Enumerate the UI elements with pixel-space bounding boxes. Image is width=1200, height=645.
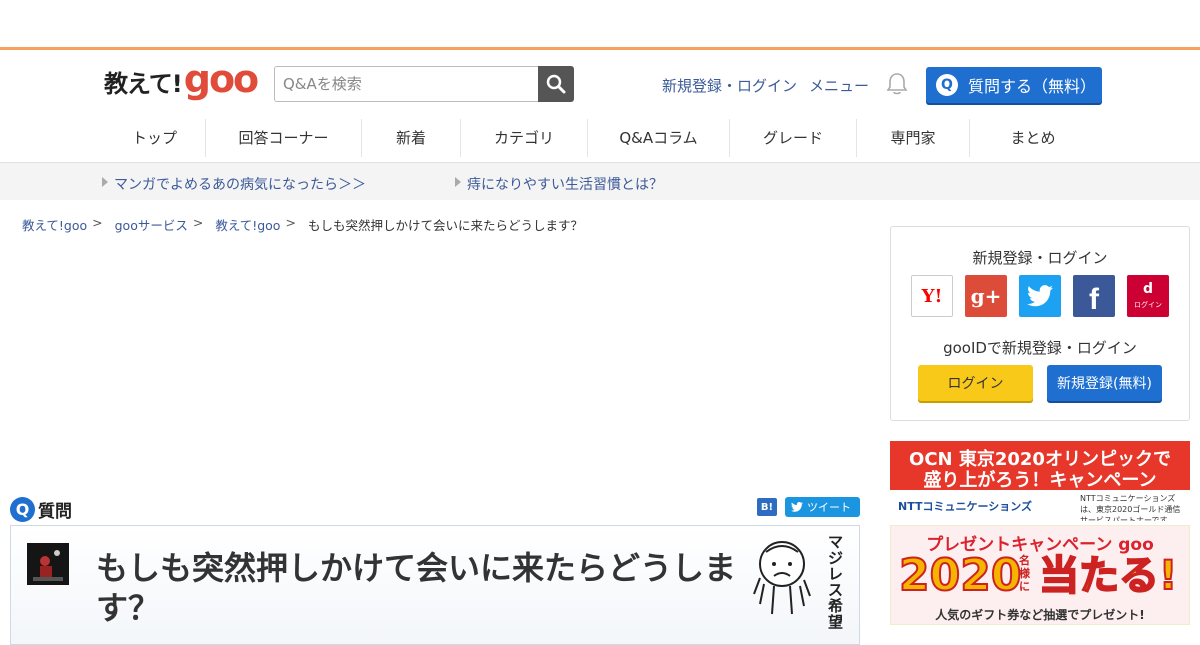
question-q-icon: Q — [936, 74, 958, 96]
ad-winners-label: 名様に — [1019, 554, 1030, 593]
top-ad-area — [0, 0, 1200, 47]
google-plus-login-button[interactable]: g+ — [965, 275, 1007, 317]
breadcrumb-link[interactable]: 教えて!goo — [22, 215, 87, 234]
search-input[interactable] — [274, 66, 538, 102]
search-icon — [546, 74, 566, 94]
twitter-icon — [1027, 285, 1053, 307]
login-panel-title: 新規登録・ログイン — [972, 249, 1108, 267]
majiress-label: マジレス希望 — [828, 533, 844, 631]
ask-question-button[interactable]: Q 質問する（無料） — [926, 67, 1102, 103]
yahoo-login-button[interactable]: Y! — [911, 275, 953, 317]
hatena-bookmark-button[interactable]: B! — [757, 498, 777, 516]
ad-headline-2: 盛り上がろう！キャンペーン — [923, 470, 1157, 491]
ad-note: NTTコミュニケーションズは、東京2020ゴールド通信サービスパートナーです。 — [1080, 494, 1181, 521]
twitter-bird-icon — [791, 502, 803, 512]
breadcrumb-separator: > — [285, 215, 296, 230]
logo-text: 教えて! — [104, 70, 183, 98]
gooid-login-label: gooIDで新規登録・ログイン — [943, 339, 1137, 357]
question-title: もしも突然押しかけて会いに来たらどうします？ — [96, 549, 737, 627]
ad-win-label: 当たる! — [1038, 552, 1178, 600]
docomo-login-button[interactable]: d ログイン — [1127, 275, 1169, 317]
worried-face-icon — [753, 541, 811, 615]
login-button[interactable]: ログイン — [918, 365, 1033, 401]
docomo-login-label: ログイン — [1134, 301, 1162, 309]
search-button[interactable] — [538, 66, 574, 102]
nav-item-new[interactable]: 新着 — [362, 119, 461, 157]
register-button[interactable]: 新規登録(無料) — [1047, 365, 1162, 401]
question-icon: Q — [10, 497, 35, 522]
docomo-icon: d — [1142, 281, 1154, 297]
facebook-icon: f — [1089, 283, 1099, 316]
yahoo-icon: Y! — [921, 285, 943, 307]
logo-goo: goo — [183, 57, 259, 101]
ocn-olympic-ad-banner[interactable]: OCN 東京2020オリンピックで 盛り上がろう！キャンペーン NTTコミュニケ… — [890, 441, 1190, 521]
site-logo[interactable]: 教えて! goo — [104, 57, 259, 101]
promo-link-manga[interactable]: マンガでよめるあの病気になったら＞＞ — [102, 174, 366, 194]
notification-bell-icon[interactable] — [886, 72, 908, 96]
breadcrumb-link[interactable]: 教えて!goo — [215, 215, 280, 234]
ad-footer-text: 人気のギフト券など抽選でプレゼント! — [935, 608, 1145, 622]
nav-item-grade[interactable]: グレード — [730, 119, 857, 157]
register-login-link[interactable]: 新規登録・ログイン — [662, 75, 797, 96]
ask-button-label: 質問する（無料） — [968, 77, 1097, 96]
avatar-image — [27, 543, 69, 585]
ntt-logo: NTTコミュニケーションズ — [898, 500, 1033, 513]
login-panel: 新規登録・ログイン Y! g+ f d ログイン gooIDで新規登録・ログイン… — [890, 226, 1190, 421]
menu-link[interactable]: メニュー — [809, 75, 869, 96]
ad-number: 2020 — [898, 550, 1022, 601]
question-box: もしも突然押しかけて会いに来たらどうします？ マジレス希望 — [10, 525, 860, 645]
nav-item-qa-column[interactable]: Q&Aコラム — [588, 119, 730, 157]
nav-item-answer-corner[interactable]: 回答コーナー — [206, 119, 362, 157]
nav-item-expert[interactable]: 専門家 — [857, 119, 970, 157]
site-header: 教えて! goo 新規登録・ログイン メニュー Q 質問する（無料） — [0, 50, 1200, 116]
promo-bar: マンガでよめるあの病気になったら＞＞ 痔になりやすい生活習慣とは？ — [0, 163, 1200, 200]
search-form — [274, 66, 574, 102]
majiress-stamp: マジレス希望 — [746, 534, 846, 630]
breadcrumb: 教えて!goo > gooサービス > 教えて!goo > もしも突然押しかけて… — [22, 215, 583, 234]
question-label: 質問 — [38, 502, 72, 522]
breadcrumb-separator: > — [92, 215, 103, 230]
facebook-login-button[interactable]: f — [1073, 275, 1115, 317]
tweet-button[interactable]: ツイート — [785, 497, 860, 517]
tweet-label: ツイート — [807, 501, 851, 514]
avatar[interactable] — [27, 543, 69, 585]
breadcrumb-link[interactable]: gooサービス — [115, 215, 188, 234]
nav-item-matome[interactable]: まとめ — [970, 119, 1096, 157]
global-nav: トップ 回答コーナー 新着 カテゴリ Q&Aコラム グレード 専門家 まとめ — [104, 118, 1096, 158]
promo-link-habits[interactable]: 痔になりやすい生活習慣とは？ — [455, 174, 663, 194]
present-campaign-ad-banner[interactable]: プレゼントキャンペーン goo 2020 名様に 当たる! 人気のギフト券など抽… — [890, 525, 1190, 625]
twitter-login-button[interactable] — [1019, 275, 1061, 317]
nav-item-category[interactable]: カテゴリ — [461, 119, 588, 157]
nav-item-top[interactable]: トップ — [104, 119, 206, 157]
google-plus-icon: g+ — [970, 284, 1002, 308]
sns-login-row: Y! g+ f d ログイン — [911, 275, 1169, 317]
breadcrumb-current: もしも突然押しかけて会いに来たらどうします？ — [307, 218, 583, 233]
breadcrumb-separator: > — [192, 215, 204, 230]
question-heading: Q 質問 — [10, 497, 72, 522]
ad-footer: NTTコミュニケーションズ NTTコミュニケーションズは、東京2020ゴールド通… — [890, 490, 1190, 521]
